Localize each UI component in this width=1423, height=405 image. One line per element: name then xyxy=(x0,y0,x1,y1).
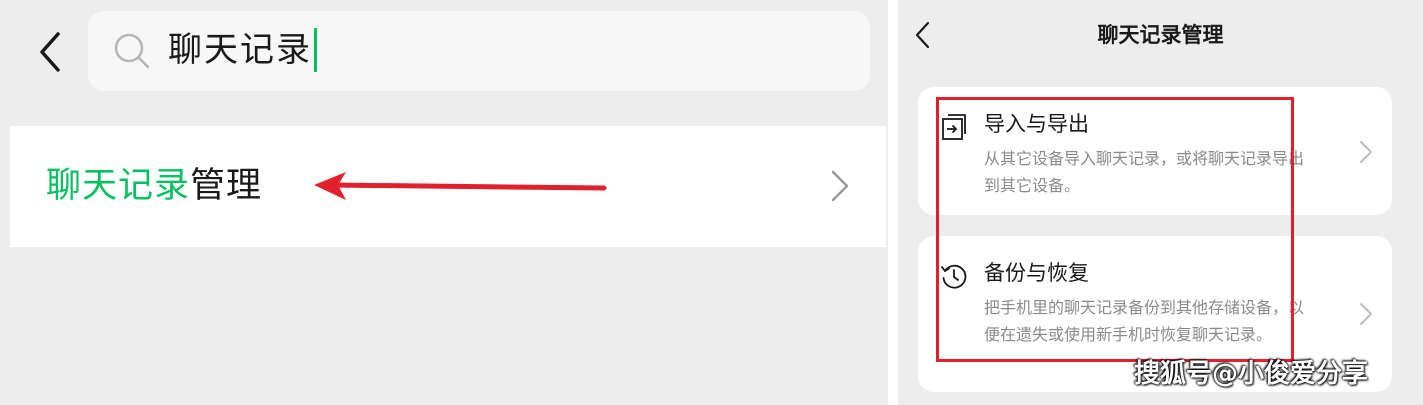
header: 聊天记录管理 xyxy=(898,0,1423,68)
chevron-right-icon xyxy=(1360,141,1372,163)
search-query-text: 聊天记录 xyxy=(168,30,312,70)
annotation-highlight-box xyxy=(936,97,1294,362)
page-title: 聊天记录管理 xyxy=(1097,23,1224,47)
panel-divider xyxy=(888,0,898,405)
text-cursor xyxy=(314,27,317,72)
search-input[interactable]: 聊天记录 xyxy=(88,11,870,91)
search-icon xyxy=(114,33,150,69)
chevron-right-icon xyxy=(1360,303,1372,325)
watermark: 搜狐号@小俊爱分享 xyxy=(1134,359,1369,389)
result-rest: 管理 xyxy=(190,166,263,206)
back-button[interactable] xyxy=(30,30,70,74)
back-arrow-icon xyxy=(40,32,60,72)
search-result-label: 聊天记录管理 xyxy=(46,162,262,210)
chevron-right-icon xyxy=(831,170,849,202)
search-query: 聊天记录 xyxy=(168,27,317,73)
result-highlight: 聊天记录 xyxy=(46,166,191,206)
search-header: 聊天记录 xyxy=(0,0,888,126)
annotation-arrow-icon xyxy=(314,172,607,200)
empty-area xyxy=(10,247,886,405)
